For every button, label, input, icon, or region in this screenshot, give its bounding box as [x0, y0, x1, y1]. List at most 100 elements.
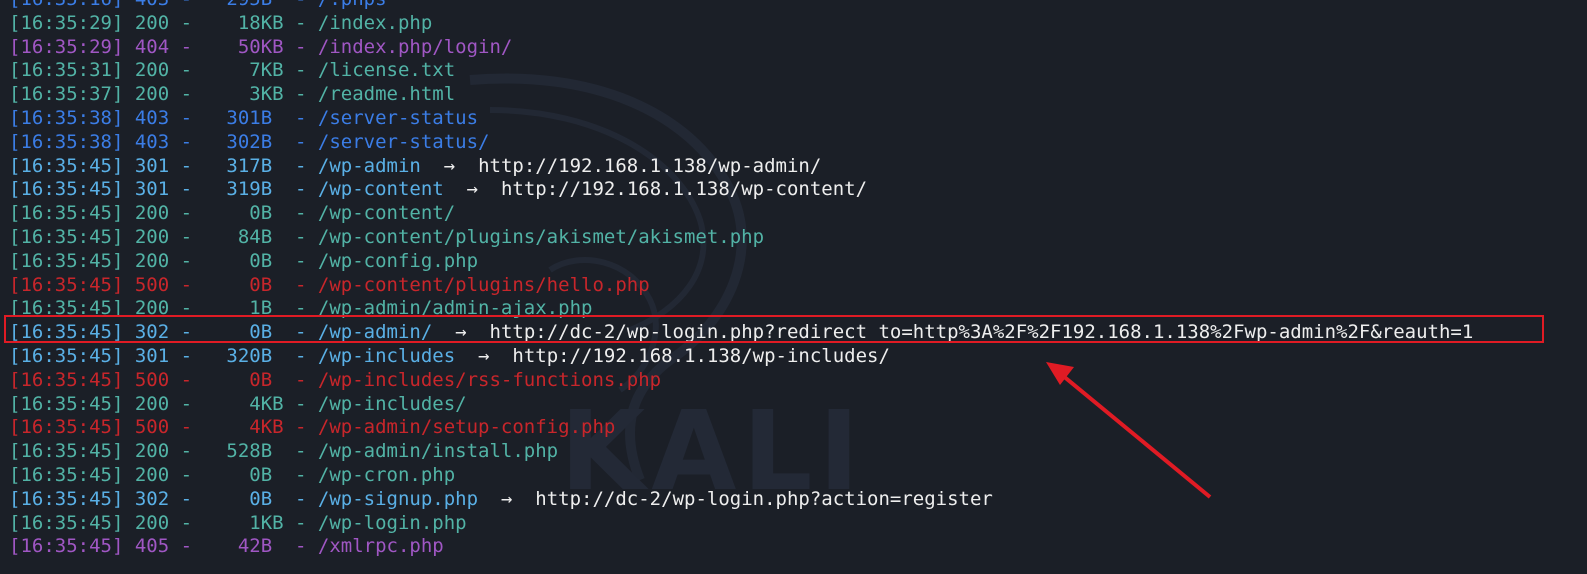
- redirect-url: http://192.168.1.138/wp-content/: [500, 178, 868, 201]
- log-row: [16:35:31] 200 - 7KB - /license.txt: [9, 59, 456, 82]
- log-row: [16:35:45] 200 - 4KB - /wp-includes/: [9, 392, 467, 415]
- log-size: 18KB: [203, 11, 284, 34]
- log-path: /wp-config.php: [317, 249, 479, 272]
- log-status-code: 500: [134, 273, 170, 296]
- annotation-arrow-icon: [1046, 362, 1212, 499]
- redirect-arrow: →: [466, 178, 479, 201]
- log-size: 84B: [203, 225, 284, 248]
- log-timestamp: [16:35:29]: [9, 35, 124, 58]
- log-status-code: 301: [134, 178, 170, 201]
- log-path: /wp-includes/rss-functions.php: [317, 368, 662, 391]
- log-size: 0B: [203, 463, 284, 486]
- log-size: 528B: [203, 440, 284, 463]
- redirect-url: http://192.168.1.138/wp-admin/: [478, 154, 822, 177]
- highlight-box: [4, 315, 1544, 343]
- log-size: 4KB: [203, 392, 284, 415]
- log-row: [16:35:45] 301 - 317B - /wp-admin → http…: [9, 154, 822, 177]
- log-size: 3KB: [203, 83, 284, 106]
- log-size: 7KB: [203, 59, 284, 82]
- terminal-window[interactable]: KALI [16:35:16] 403 - 295B - /.phps[16:3…: [0, 0, 1587, 574]
- log-size: 0B: [203, 368, 284, 391]
- redirect-arrow: →: [478, 344, 490, 367]
- log-row: [16:35:45] 302 - 0B - /wp-signup.php → h…: [9, 487, 993, 510]
- log-row: [16:35:38] 403 - 302B - /server-status/: [9, 130, 490, 153]
- log-timestamp: [16:35:29]: [9, 11, 124, 34]
- log-size: 302B: [203, 130, 284, 153]
- log-row: [16:35:45] 200 - 0B - /wp-config.php: [9, 249, 479, 272]
- log-size: 320B: [203, 344, 284, 367]
- log-path: /readme.html: [317, 83, 456, 106]
- log-row: [16:35:45] 200 - 0B - /wp-cron.php: [9, 463, 456, 486]
- log-timestamp: [16:35:45]: [9, 225, 124, 248]
- log-status-code: 200: [134, 511, 170, 534]
- log-path: /index.php/login/: [317, 35, 513, 58]
- log-size: 42B: [203, 535, 284, 558]
- log-row: [16:35:37] 200 - 3KB - /readme.html: [9, 83, 456, 106]
- log-timestamp: [16:35:45]: [9, 154, 124, 177]
- log-timestamp: [16:35:45]: [9, 440, 124, 463]
- redirect-url: http://192.168.1.138/wp-includes/: [512, 344, 890, 367]
- log-path: /wp-login.php: [317, 511, 467, 534]
- log-timestamp: [16:35:31]: [9, 59, 124, 82]
- log-row: [16:35:45] 200 - 84B - /wp-content/plugi…: [9, 225, 765, 248]
- log-timestamp: [16:35:38]: [9, 106, 124, 129]
- log-row: [16:35:45] 301 - 319B - /wp-content → ht…: [9, 178, 868, 201]
- log-status-code: 403: [134, 106, 170, 129]
- log-status-code: 301: [134, 154, 170, 177]
- log-row: [16:35:16] 403 - 295B - /.phps: [9, 0, 1473, 12]
- log-path: /wp-content/: [317, 202, 456, 225]
- log-status-code: 500: [134, 416, 170, 439]
- log-status-code: 404: [134, 35, 170, 58]
- log-size: 4KB: [203, 416, 284, 439]
- log-path: /wp-content/plugins/hello.php: [317, 273, 650, 296]
- log-timestamp: [16:35:38]: [9, 130, 124, 153]
- log-path: /wp-includes/: [317, 392, 467, 415]
- output-lines: [16:35:16] 403 - 295B - /.phps[16:35:29]…: [9, 0, 1473, 559]
- log-size: 1KB: [203, 511, 284, 534]
- log-status-code: 200: [134, 249, 170, 272]
- log-path: /wp-admin/setup-config.php: [317, 416, 616, 439]
- log-timestamp: [16:35:45]: [9, 487, 124, 510]
- log-size: 319B: [203, 178, 284, 201]
- log-timestamp: [16:35:45]: [9, 392, 124, 415]
- log-row: [16:35:45] 500 - 4KB - /wp-admin/setup-c…: [9, 416, 616, 439]
- log-row: [16:35:45] 500 - 0B - /wp-content/plugin…: [9, 273, 650, 296]
- log-timestamp: [16:35:45]: [9, 463, 124, 486]
- log-row: [16:35:29] 200 - 18KB - /index.php: [9, 11, 433, 34]
- log-path: /server-status: [317, 106, 479, 129]
- log-status-code: 405: [134, 535, 170, 558]
- log-size: 0B: [203, 487, 284, 510]
- log-status-code: 200: [134, 11, 170, 34]
- log-path: /server-status/: [317, 130, 490, 153]
- log-timestamp: [16:35:37]: [9, 83, 124, 106]
- log-timestamp: [16:35:45]: [9, 273, 124, 296]
- log-timestamp: [16:35:45]: [9, 202, 124, 225]
- log-size: 301B: [203, 106, 284, 129]
- log-status-code: 200: [134, 440, 170, 463]
- log-row: [16:35:45] 200 - 528B - /wp-admin/instal…: [9, 440, 559, 463]
- redirect-arrow: →: [443, 154, 456, 177]
- log-status-code: 200: [134, 392, 170, 415]
- log-status-code: 200: [134, 83, 170, 106]
- log-status-code: 200: [134, 59, 170, 82]
- log-path: /xmlrpc.php: [317, 535, 444, 558]
- log-path: /wp-content: [317, 178, 444, 201]
- log-size: 317B: [203, 154, 284, 177]
- log-status-code: 403: [134, 130, 170, 153]
- log-size: 0B: [203, 249, 284, 272]
- redirect-url: http://dc-2/wp-login.php?action=register: [535, 487, 993, 510]
- log-status-code: 500: [134, 368, 170, 391]
- log-timestamp: [16:35:45]: [9, 368, 124, 391]
- log-path: /index.php: [317, 11, 433, 34]
- log-path: /wp-cron.php: [317, 463, 456, 486]
- log-row: [16:35:29] 404 - 50KB - /index.php/login…: [9, 35, 513, 58]
- log-row: [16:35:45] 200 - 0B - /wp-content/: [9, 202, 456, 225]
- log-timestamp: [16:35:45]: [9, 249, 124, 272]
- log-row: [16:35:45] 301 - 320B - /wp-includes → h…: [9, 344, 890, 367]
- redirect-arrow: →: [500, 487, 513, 510]
- log-path: /wp-signup.php: [317, 487, 479, 510]
- log-row: [16:35:45] 500 - 0B - /wp-includes/rss-f…: [9, 368, 662, 391]
- log-timestamp: [16:35:45]: [9, 178, 124, 201]
- log-size: 0B: [203, 202, 284, 225]
- log-path: /.phps: [318, 0, 387, 10]
